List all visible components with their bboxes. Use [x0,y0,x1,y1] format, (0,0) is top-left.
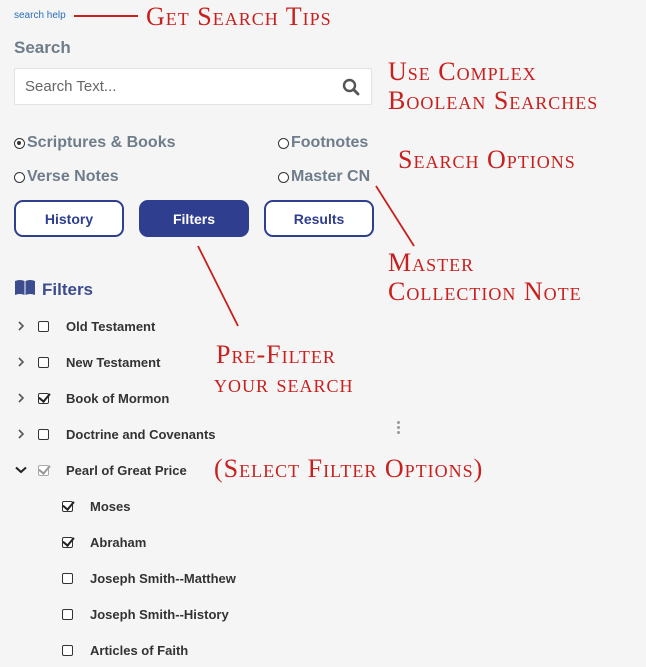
annotation-line-filters [197,245,239,327]
annotation-boolean-line2: Boolean Searches [388,86,599,115]
annotation-prefilter-line1: Pre-Filter [216,340,336,369]
annotation-select-filter: (Select Filter Options) [214,454,484,483]
annotation-prefilter-line2: your search [214,369,354,398]
annotation-search-options: Search Options [398,145,576,174]
annotation-search-tips: Get Search Tips [146,2,332,31]
annotation-master-line1: Master [388,248,475,277]
annotation-master-line2: Collection Note [388,277,582,306]
annotation-line-master [375,185,415,247]
annotation-boolean-line1: Use Complex [388,57,537,86]
